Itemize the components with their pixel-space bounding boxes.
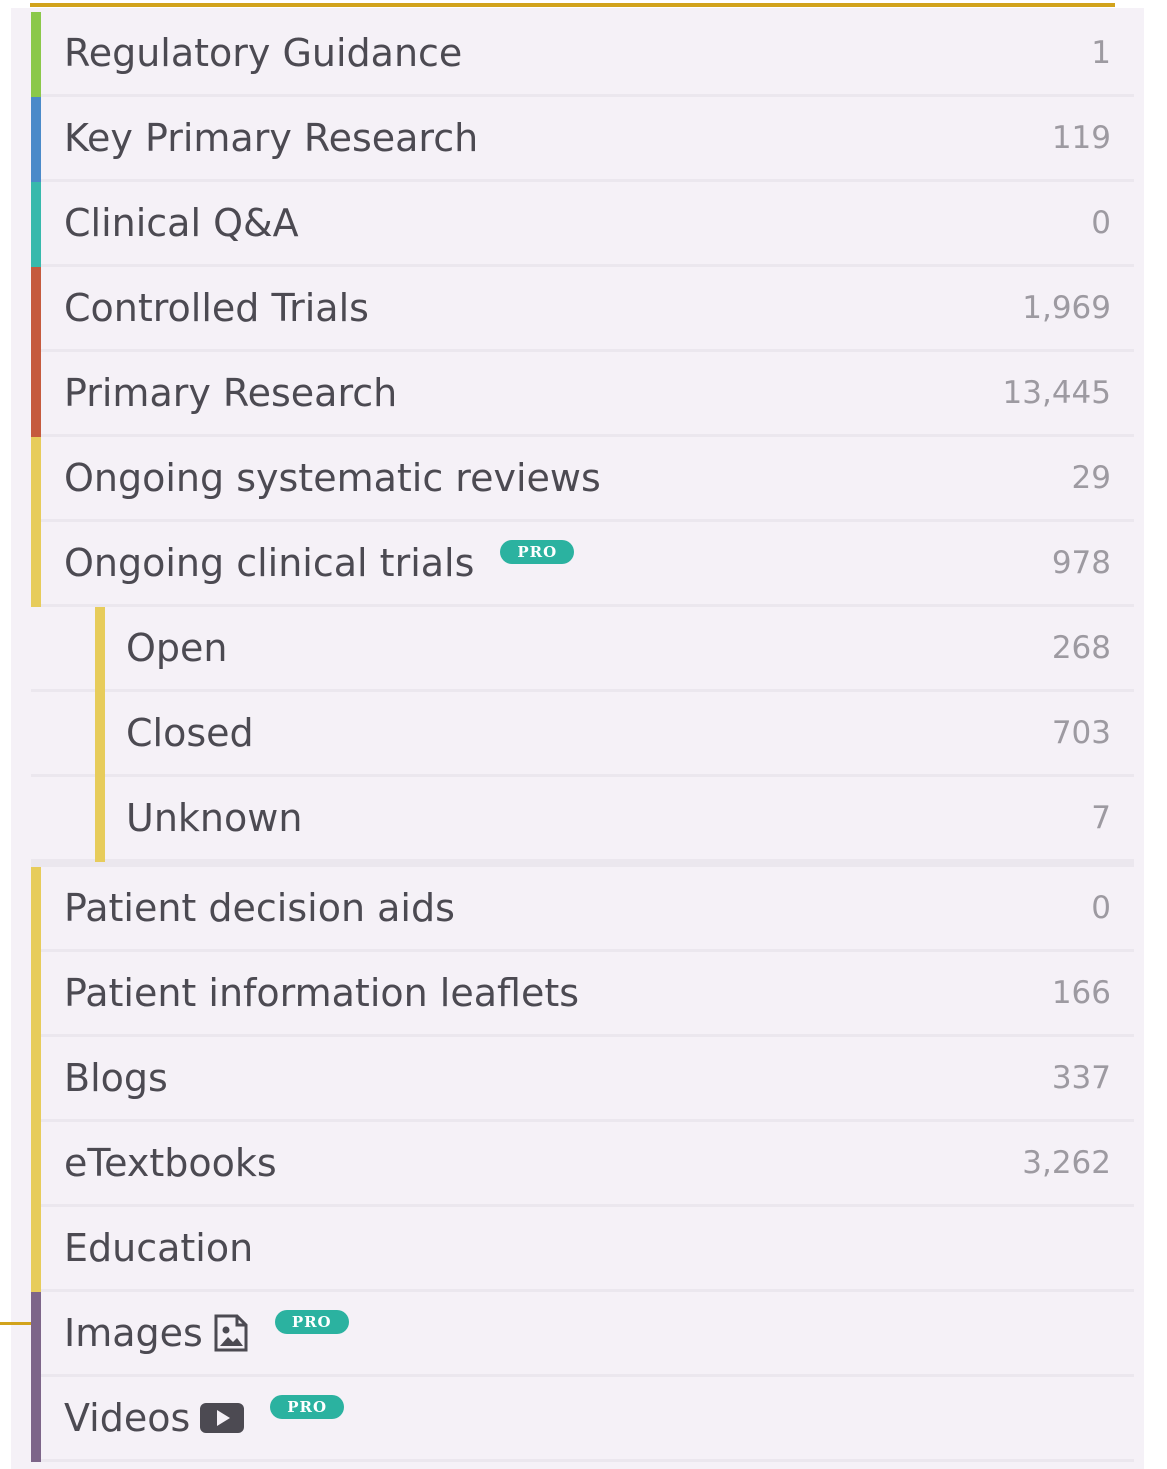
category-label: Videos bbox=[64, 1396, 191, 1440]
category-item-key-primary-research[interactable]: Key Primary Research 119 bbox=[31, 97, 1134, 182]
category-color-bar bbox=[31, 952, 41, 1037]
subcategory-item-unknown[interactable]: Unknown 7 bbox=[31, 777, 1134, 867]
category-color-bar bbox=[31, 1037, 41, 1122]
category-list: Regulatory Guidance 1 Key Primary Resear… bbox=[31, 12, 1134, 1462]
category-color-bar bbox=[31, 12, 41, 97]
category-label: eTextbooks bbox=[64, 1141, 277, 1185]
video-icon bbox=[200, 1403, 245, 1433]
category-count: 166 bbox=[1051, 975, 1111, 1011]
filter-panel-frame: Regulatory Guidance 1 Key Primary Resear… bbox=[0, 0, 1167, 1469]
category-color-bar bbox=[31, 267, 41, 352]
category-color-bar bbox=[31, 437, 41, 522]
category-count: 337 bbox=[1051, 1060, 1111, 1096]
category-item-controlled-trials[interactable]: Controlled Trials 1,969 bbox=[31, 267, 1134, 352]
category-label: Patient information leaflets bbox=[64, 971, 580, 1015]
category-count: 0 bbox=[1091, 890, 1111, 926]
category-label: Closed bbox=[126, 711, 254, 755]
category-item-primary-research[interactable]: Primary Research 13,445 bbox=[31, 352, 1134, 437]
top-accent-rule bbox=[30, 3, 1115, 7]
pro-badge: PRO bbox=[274, 1310, 349, 1334]
category-color-bar bbox=[95, 777, 105, 862]
category-item-clinical-qa[interactable]: Clinical Q&A 0 bbox=[31, 182, 1134, 267]
category-color-bar bbox=[31, 1292, 41, 1377]
pro-badge: PRO bbox=[270, 1395, 345, 1419]
pro-badge: PRO bbox=[500, 540, 575, 564]
category-item-images[interactable]: Images PRO bbox=[31, 1292, 1134, 1377]
category-color-bar bbox=[31, 522, 41, 607]
category-item-ongoing-systematic-reviews[interactable]: Ongoing systematic reviews 29 bbox=[31, 437, 1134, 522]
category-label: Clinical Q&A bbox=[64, 201, 299, 245]
category-color-bar bbox=[31, 352, 41, 437]
category-count: 703 bbox=[1051, 715, 1111, 751]
category-count: 1,969 bbox=[1022, 290, 1111, 326]
category-label: Key Primary Research bbox=[64, 116, 479, 160]
subcategory-item-open[interactable]: Open 268 bbox=[31, 607, 1134, 692]
category-label: Unknown bbox=[126, 796, 303, 840]
category-label: Primary Research bbox=[64, 371, 398, 415]
category-label: Blogs bbox=[64, 1056, 168, 1100]
side-accent-rule bbox=[0, 1322, 34, 1325]
category-label: Controlled Trials bbox=[64, 286, 369, 330]
category-label: Open bbox=[126, 626, 228, 670]
category-count: 978 bbox=[1051, 545, 1111, 581]
category-count: 1 bbox=[1091, 35, 1111, 71]
category-item-patient-information-leaflets[interactable]: Patient information leaflets 166 bbox=[31, 952, 1134, 1037]
category-item-etextbooks[interactable]: eTextbooks 3,262 bbox=[31, 1122, 1134, 1207]
category-label: Patient decision aids bbox=[64, 886, 455, 930]
image-icon bbox=[213, 1313, 249, 1353]
category-count: 13,445 bbox=[1002, 375, 1111, 411]
category-color-bar bbox=[31, 1377, 41, 1462]
category-count: 0 bbox=[1091, 205, 1111, 241]
category-item-regulatory-guidance[interactable]: Regulatory Guidance 1 bbox=[31, 12, 1134, 97]
category-label: Images bbox=[64, 1311, 203, 1355]
category-count: 29 bbox=[1071, 460, 1111, 496]
category-label: Ongoing systematic reviews bbox=[64, 456, 601, 500]
category-color-bar bbox=[31, 867, 41, 952]
category-color-bar bbox=[31, 97, 41, 182]
subcategory-item-closed[interactable]: Closed 703 bbox=[31, 692, 1134, 777]
category-label: Regulatory Guidance bbox=[64, 31, 463, 75]
category-color-bar bbox=[31, 1122, 41, 1207]
category-color-bar bbox=[31, 1207, 41, 1292]
category-item-patient-decision-aids[interactable]: Patient decision aids 0 bbox=[31, 867, 1134, 952]
category-label: Education bbox=[64, 1226, 254, 1270]
category-color-bar bbox=[95, 607, 105, 692]
category-count: 7 bbox=[1091, 800, 1111, 836]
category-color-bar bbox=[95, 692, 105, 777]
category-count: 3,262 bbox=[1022, 1145, 1111, 1181]
category-label: Ongoing clinical trials bbox=[64, 541, 475, 585]
category-item-ongoing-clinical-trials[interactable]: Ongoing clinical trials PRO 978 bbox=[31, 522, 1134, 607]
category-count: 119 bbox=[1051, 120, 1111, 156]
category-item-education[interactable]: Education bbox=[31, 1207, 1134, 1292]
category-count: 268 bbox=[1051, 630, 1111, 666]
category-item-blogs[interactable]: Blogs 337 bbox=[31, 1037, 1134, 1122]
category-item-videos[interactable]: Videos PRO bbox=[31, 1377, 1134, 1462]
category-color-bar bbox=[31, 182, 41, 267]
